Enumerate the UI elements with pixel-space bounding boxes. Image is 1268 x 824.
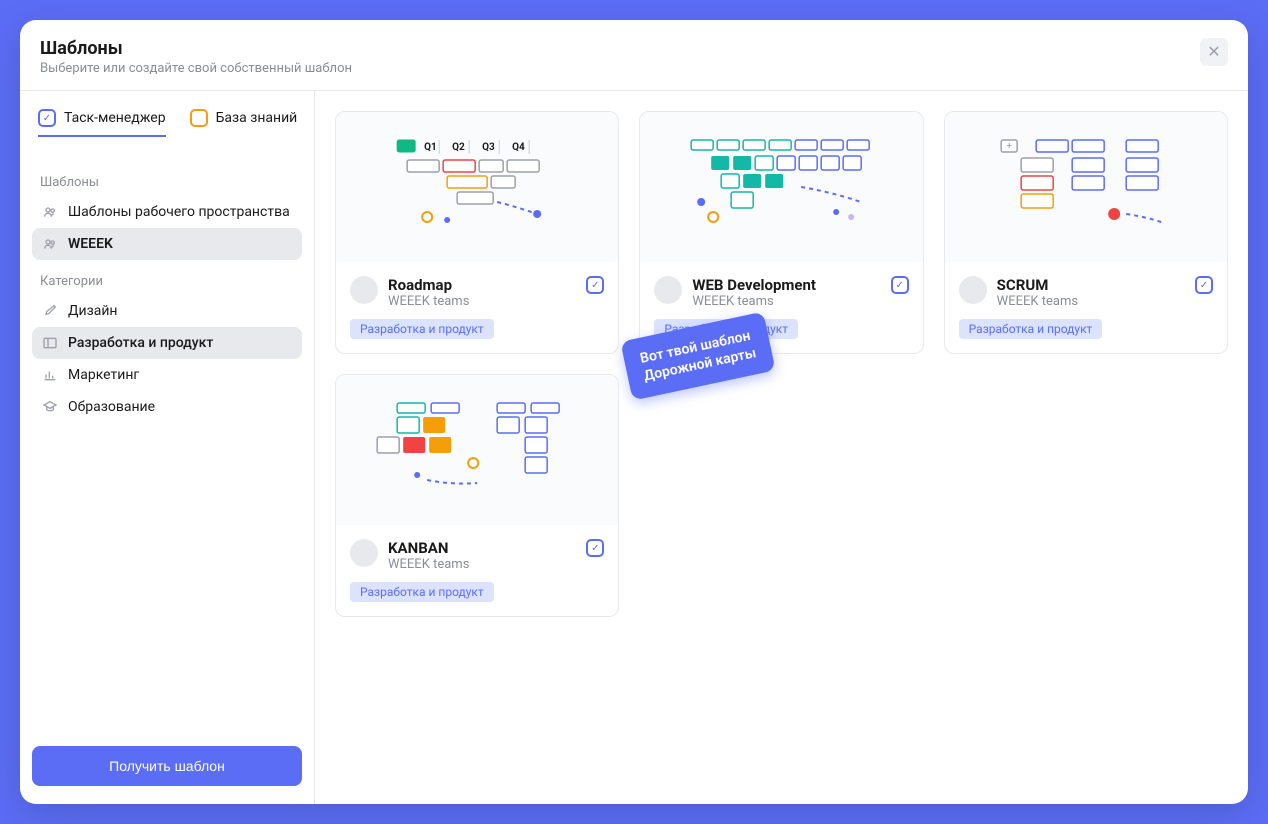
modal-body: ✓ Таск-менеджер База знаний Шаблоны Шабл…	[20, 91, 1248, 804]
tab-knowledge-base[interactable]: База знаний	[190, 109, 298, 137]
check-icon: ✓	[586, 539, 604, 557]
sidebar-item-label: Маркетинг	[68, 367, 139, 383]
card-title: Roadmap	[388, 276, 576, 294]
card-header: WEB Development WEEEK teams ✓	[654, 276, 908, 309]
card-preview	[640, 112, 922, 262]
card-header: SCRUM WEEEK teams ✓	[959, 276, 1213, 309]
chart-icon	[42, 367, 58, 383]
card-title: KANBAN	[388, 539, 576, 557]
card-author: WEEEK teams	[388, 294, 576, 309]
avatar	[350, 539, 378, 567]
get-template-button[interactable]: Получить шаблон	[32, 746, 302, 786]
svg-text:Q3: Q3	[482, 142, 495, 153]
sidebar-item-design[interactable]: Дизайн	[32, 295, 302, 327]
tabs: ✓ Таск-менеджер База знаний	[32, 109, 302, 137]
file-icon	[190, 109, 208, 127]
category-tag: Разработка и продукт	[959, 319, 1103, 339]
close-button[interactable]: ✕	[1200, 38, 1228, 66]
board-icon	[42, 335, 58, 351]
category-tag: Разработка и продукт	[350, 582, 494, 602]
users-icon	[42, 236, 58, 252]
svg-text:Q2: Q2	[452, 142, 465, 153]
check-icon: ✓	[891, 276, 909, 294]
card-body: KANBAN WEEEK teams ✓ Разработка и продук…	[336, 525, 618, 616]
check-icon: ✓	[1195, 276, 1213, 294]
card-preview	[336, 375, 618, 525]
card-body: SCRUM WEEEK teams ✓ Разработка и продукт	[945, 262, 1227, 353]
card-body: Roadmap WEEEK teams ✓ Разработка и проду…	[336, 262, 618, 353]
sidebar-item-label: WEEEK	[68, 236, 113, 252]
section-label-categories: Категории	[32, 268, 302, 295]
category-tag: Разработка и продукт	[350, 319, 494, 339]
content-area: Q1 Q2 Q3 Q4	[315, 91, 1248, 804]
card-author: WEEEK teams	[692, 294, 880, 309]
modal-header: Шаблоны Выберите или создайте свой собст…	[20, 20, 1248, 91]
avatar	[350, 276, 378, 304]
sidebar-item-weeek[interactable]: WEEEK	[32, 228, 302, 260]
roadmap-preview-icon: Q1 Q2 Q3 Q4	[356, 132, 598, 242]
template-card-kanban[interactable]: KANBAN WEEEK teams ✓ Разработка и продук…	[335, 374, 619, 617]
tab-label: База знаний	[216, 110, 298, 126]
check-circle-icon: ✓	[38, 109, 56, 127]
sidebar-item-education[interactable]: Образование	[32, 391, 302, 423]
check-icon: ✓	[586, 276, 604, 294]
users-icon	[42, 204, 58, 220]
card-author: WEEEK teams	[997, 294, 1185, 309]
template-grid: Q1 Q2 Q3 Q4	[335, 111, 1228, 617]
card-preview: Q1 Q2 Q3 Q4	[336, 112, 618, 262]
sidebar-item-label: Образование	[68, 399, 155, 415]
scrum-preview-icon: +	[965, 132, 1207, 242]
close-icon: ✕	[1207, 42, 1220, 62]
kanban-preview-icon	[356, 395, 598, 505]
sidebar: ✓ Таск-менеджер База знаний Шаблоны Шабл…	[20, 91, 315, 804]
sidebar-item-label: Дизайн	[68, 303, 118, 319]
sidebar-item-label: Разработка и продукт	[68, 335, 213, 351]
card-title: WEB Development	[692, 276, 880, 294]
avatar	[654, 276, 682, 304]
brush-icon	[42, 303, 58, 319]
template-card-roadmap[interactable]: Q1 Q2 Q3 Q4	[335, 111, 619, 354]
card-header: Roadmap WEEEK teams ✓	[350, 276, 604, 309]
modal-title: Шаблоны	[40, 38, 352, 59]
card-title: SCRUM	[997, 276, 1185, 294]
sidebar-item-development[interactable]: Разработка и продукт	[32, 327, 302, 359]
tab-label: Таск-менеджер	[64, 110, 166, 126]
sidebar-item-label: Шаблоны рабочего пространства	[68, 204, 290, 220]
tab-task-manager[interactable]: ✓ Таск-менеджер	[38, 109, 166, 137]
web-dev-preview-icon	[660, 132, 902, 242]
education-icon	[42, 399, 58, 415]
sidebar-footer: Получить шаблон	[32, 730, 302, 786]
card-preview: +	[945, 112, 1227, 262]
svg-text:Q1: Q1	[424, 142, 437, 153]
avatar	[959, 276, 987, 304]
svg-text:+: +	[1006, 141, 1012, 152]
sidebar-item-workspace-templates[interactable]: Шаблоны рабочего пространства	[32, 196, 302, 228]
templates-modal: Шаблоны Выберите или создайте свой собст…	[20, 20, 1248, 804]
template-card-scrum[interactable]: +	[944, 111, 1228, 354]
sidebar-item-marketing[interactable]: Маркетинг	[32, 359, 302, 391]
section-label-templates: Шаблоны	[32, 169, 302, 196]
card-author: WEEEK teams	[388, 557, 576, 572]
card-header: KANBAN WEEEK teams ✓	[350, 539, 604, 572]
modal-subtitle: Выберите или создайте свой собственный ш…	[40, 61, 352, 76]
template-card-web-development[interactable]: WEB Development WEEEK teams ✓ Разработка…	[639, 111, 923, 354]
svg-text:Q4: Q4	[512, 142, 525, 153]
